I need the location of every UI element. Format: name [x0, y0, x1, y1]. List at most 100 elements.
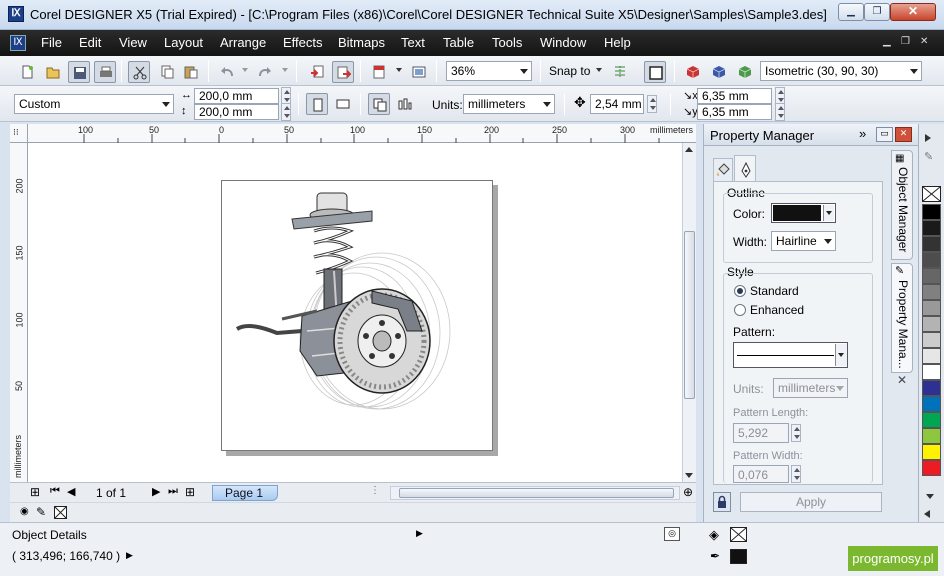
pattern-width-spinner[interactable] — [791, 465, 801, 483]
alignment-guides-button[interactable] — [609, 61, 631, 83]
portrait-button[interactable] — [306, 93, 328, 115]
horizontal-ruler[interactable]: 100 50 0 50 100 150 200 250 300 millimet… — [28, 124, 696, 143]
palette-swatch[interactable] — [922, 380, 941, 396]
close-button[interactable]: ✕ — [890, 3, 936, 21]
nudge-distance-input[interactable]: 2,54 mm — [590, 94, 644, 114]
projection-combo[interactable]: Isometric (30, 90, 30) — [760, 61, 922, 81]
page-width-input[interactable]: 200,0 mm — [194, 88, 279, 104]
style-standard-radio[interactable] — [734, 285, 746, 297]
landscape-button[interactable] — [332, 93, 354, 115]
all-pages-button[interactable] — [368, 93, 390, 115]
tab-object-manager[interactable]: ▦ Object Manager — [891, 150, 913, 260]
palette-swatch[interactable] — [922, 252, 941, 268]
menu-text[interactable]: Text — [401, 35, 425, 50]
tab-divider-icon[interactable]: ⋮ — [370, 485, 380, 496]
doc-minimize-icon[interactable]: ▁ — [883, 36, 891, 47]
vertical-scroll-thumb[interactable] — [684, 231, 695, 399]
previous-page-icon[interactable]: ◀ — [67, 485, 75, 498]
fill-tab[interactable] — [713, 158, 733, 182]
palette-swatch[interactable] — [922, 412, 941, 428]
vertical-scrollbar[interactable] — [682, 143, 696, 482]
first-page-icon[interactable]: ⏮ — [50, 485, 60, 498]
page-tab[interactable]: Page 1 — [212, 485, 278, 501]
zoom-level-combo[interactable]: 36% — [446, 61, 532, 81]
palette-swatch[interactable] — [922, 396, 941, 412]
outline-width-combo[interactable]: Hairline — [771, 231, 836, 251]
scroll-down-icon[interactable] — [685, 473, 693, 478]
no-color-swatch[interactable] — [54, 506, 67, 519]
paste-button[interactable] — [180, 61, 202, 83]
scroll-up-icon[interactable] — [685, 147, 693, 152]
palette-swatch[interactable] — [922, 268, 941, 284]
menu-view[interactable]: View — [119, 35, 147, 50]
page-size-combo[interactable]: Custom — [14, 94, 174, 114]
menu-window[interactable]: Window — [540, 35, 586, 50]
projection-top-button[interactable] — [682, 61, 704, 83]
pattern-length-spinner[interactable] — [791, 424, 801, 442]
apply-button[interactable]: Apply — [740, 492, 882, 512]
ruler-corner[interactable]: ⁝⁝ — [10, 124, 28, 143]
tab-property-manager[interactable]: ✎ Property Mana... — [891, 263, 913, 373]
doc-close-icon[interactable]: ✕ — [920, 36, 928, 47]
page-height-input[interactable]: 200,0 mm — [194, 104, 279, 120]
publish-pdf-button[interactable] — [368, 61, 390, 83]
menu-tools[interactable]: Tools — [492, 35, 522, 50]
undo-dropdown-icon[interactable] — [242, 68, 248, 72]
minimize-button[interactable]: ▁ — [838, 3, 864, 21]
palette-expand-icon[interactable] — [924, 510, 930, 518]
palette-eyedropper-icon[interactable]: ✎ — [924, 150, 933, 163]
palette-scroll-down-icon[interactable] — [926, 494, 934, 499]
snap-to-button[interactable]: Snap to — [549, 64, 590, 78]
outline-color-picker[interactable] — [771, 203, 836, 223]
import-button[interactable] — [306, 61, 328, 83]
print-button[interactable] — [94, 61, 116, 83]
menu-effects[interactable]: Effects — [283, 35, 323, 50]
frame-button[interactable] — [644, 61, 666, 83]
duplicate-y-spinner[interactable] — [775, 103, 785, 121]
palette-swatch[interactable] — [922, 428, 941, 444]
duplicate-x-input[interactable]: 6,35 mm — [697, 88, 772, 104]
horizontal-scrollbar[interactable] — [390, 486, 680, 500]
menu-file[interactable]: File — [41, 35, 62, 50]
palette-flyout-icon[interactable]: ◉ — [20, 506, 29, 517]
menu-edit[interactable]: Edit — [79, 35, 101, 50]
add-page-after-icon[interactable]: ⊞ — [185, 485, 195, 499]
suspension-illustration[interactable] — [222, 181, 494, 452]
projection-front-button[interactable] — [708, 61, 730, 83]
palette-swatch[interactable] — [922, 300, 941, 316]
copy-button[interactable] — [156, 61, 178, 83]
nudge-spinner[interactable] — [647, 95, 657, 113]
next-page-icon[interactable]: ▶ — [152, 485, 160, 498]
duplicate-y-input[interactable]: 6,35 mm — [697, 104, 772, 120]
palette-swatch[interactable] — [922, 364, 941, 380]
outline-color-indicator[interactable] — [730, 549, 747, 564]
palette-swatch[interactable] — [922, 444, 941, 460]
new-document-button[interactable] — [16, 61, 38, 83]
menu-arrange[interactable]: Arrange — [220, 35, 266, 50]
object-details-arrow-icon[interactable]: ▶ — [416, 528, 423, 539]
document-page[interactable] — [221, 180, 493, 451]
panel-close-button[interactable]: ✕ — [895, 127, 912, 142]
publish-dropdown-icon[interactable] — [396, 68, 402, 72]
menu-help[interactable]: Help — [604, 35, 631, 50]
docker-close-icon[interactable]: ✕ — [897, 373, 907, 387]
document-icon[interactable]: Ⅸ — [10, 35, 26, 51]
palette-swatch[interactable] — [922, 236, 941, 252]
palette-swatch[interactable] — [922, 284, 941, 300]
lock-button[interactable] — [713, 492, 731, 512]
open-button[interactable] — [42, 61, 64, 83]
snap-to-dropdown-icon[interactable] — [596, 68, 602, 72]
pattern-combo[interactable] — [733, 342, 848, 368]
vertical-ruler[interactable]: 200 150 100 50 millimeters — [10, 143, 28, 482]
palette-swatch[interactable] — [922, 348, 941, 364]
zoom-navigator-icon[interactable]: ⊕ — [683, 485, 693, 499]
palette-swatch[interactable] — [922, 220, 941, 236]
style-enhanced-radio[interactable] — [734, 304, 746, 316]
palette-swatch[interactable] — [922, 204, 941, 220]
eyedropper-icon[interactable]: ✎ — [36, 505, 46, 519]
menu-bitmaps[interactable]: Bitmaps — [338, 35, 385, 50]
page-height-spinner[interactable] — [281, 103, 291, 121]
palette-swatch[interactable] — [922, 332, 941, 348]
undo-button[interactable] — [216, 61, 238, 83]
projection-side-button[interactable] — [734, 61, 756, 83]
